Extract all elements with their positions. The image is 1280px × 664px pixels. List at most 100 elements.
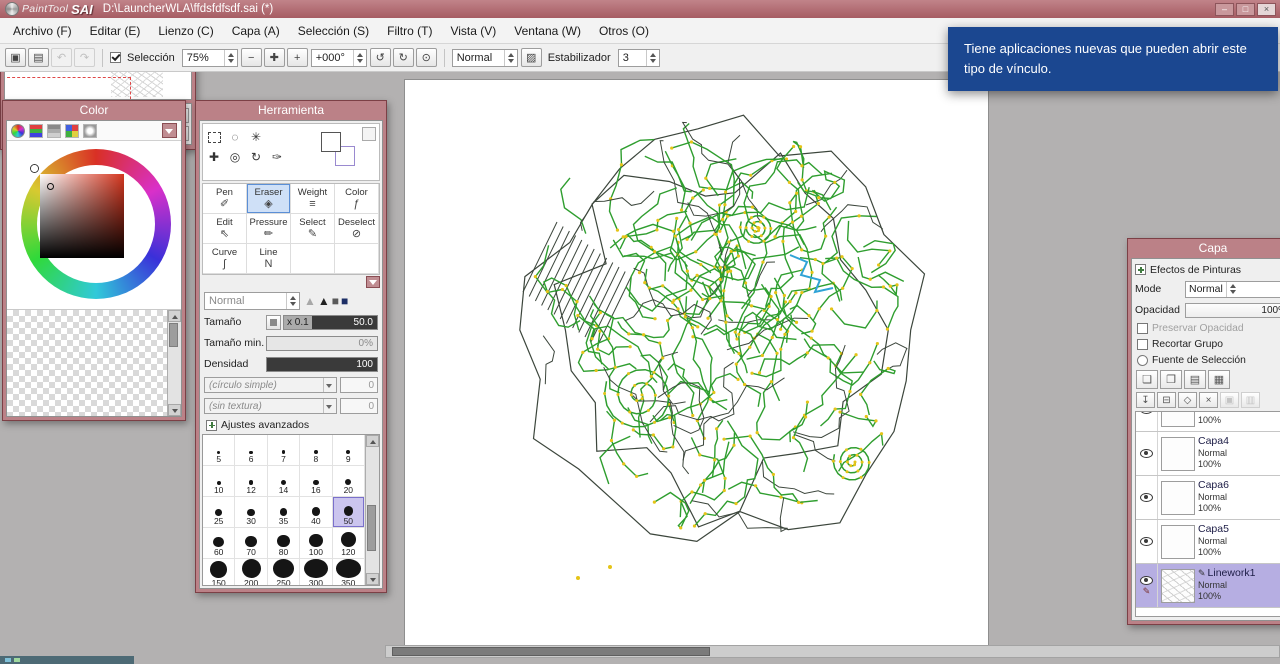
new-mask-button[interactable]: ▦	[1208, 370, 1230, 389]
brush-size-50[interactable]: 50	[332, 497, 365, 528]
menu-item-0[interactable]: Archivo (F)	[4, 24, 81, 38]
layer-option-0[interactable]: Preservar Opacidad	[1137, 321, 1280, 335]
spinner-icon[interactable]	[223, 49, 237, 66]
expand-icon[interactable]	[1135, 264, 1146, 275]
menu-item-1[interactable]: Editar (E)	[81, 24, 150, 38]
tool-color[interactable]: Color ƒ	[335, 184, 379, 214]
tool-panel-title[interactable]: Herramienta	[196, 101, 386, 120]
layer-mode-select[interactable]: Normal	[1185, 280, 1280, 298]
brush-size-150[interactable]: 150	[203, 559, 236, 585]
new-layer-button[interactable]: ❏	[1136, 370, 1158, 389]
foreground-swatch[interactable]	[321, 132, 341, 152]
selection-checkbox[interactable]	[110, 52, 121, 63]
panel-dropdown-icon[interactable]	[162, 123, 177, 138]
brush-size-14[interactable]: 14	[267, 466, 301, 497]
brush-size-12[interactable]: 12	[235, 466, 268, 497]
layer-item-capa4[interactable]: Capa4 Normal 100%	[1136, 432, 1280, 476]
scratchpad-scrollbar[interactable]	[167, 310, 181, 416]
menu-item-2[interactable]: Lienzo (C)	[149, 24, 222, 38]
density-slider[interactable]: 100	[266, 356, 378, 372]
menu-item-5[interactable]: Filtro (T)	[378, 24, 441, 38]
scratchpad-canvas[interactable]	[7, 310, 167, 416]
layer-opacity-slider[interactable]: 100%	[1185, 302, 1280, 318]
color-wheel-tab[interactable]	[11, 123, 25, 138]
rect-select-icon[interactable]	[205, 128, 223, 146]
sv-marker[interactable]	[47, 183, 54, 190]
rotation-select[interactable]: +000°	[310, 48, 367, 67]
texture-strength[interactable]: 0	[340, 398, 378, 414]
spinner-icon[interactable]	[352, 49, 366, 66]
tool-curve[interactable]: Curve ʃ	[203, 244, 247, 274]
tool-scroll-down-icon[interactable]	[366, 276, 380, 288]
visibility-eye-icon[interactable]	[1140, 575, 1153, 585]
scrollbar-thumb[interactable]	[367, 505, 376, 551]
tool-line[interactable]: Line N	[247, 244, 291, 274]
brush-size-8[interactable]: 8	[300, 435, 333, 466]
layer-item-capa5[interactable]: Capa5 Normal 100%	[1136, 520, 1280, 564]
zoom-fit-button[interactable]: ✚	[263, 48, 285, 67]
texture-select[interactable]: (sin textura)	[204, 398, 337, 414]
zoom-out-button[interactable]: −	[240, 48, 262, 67]
brush-size-16[interactable]: 16	[300, 466, 333, 497]
brush-size-120[interactable]: 120	[332, 528, 365, 559]
menu-item-8[interactable]: Otros (O)	[590, 24, 658, 38]
brush-size-7[interactable]: 7	[267, 435, 301, 466]
menu-item-7[interactable]: Ventana (W)	[505, 24, 590, 38]
selection-display-button[interactable]: ▨	[520, 48, 542, 67]
workspace-layout-button[interactable]: ▤	[28, 48, 49, 67]
clear-layer-button[interactable]: ◇	[1178, 392, 1197, 408]
visibility-eye-icon[interactable]	[1140, 537, 1153, 546]
spinner-icon[interactable]	[503, 49, 517, 66]
brush-shape-select[interactable]: (círculo simple)	[204, 377, 337, 393]
transfer-down-button[interactable]: ↧	[1136, 392, 1155, 408]
menu-item-3[interactable]: Capa (A)	[223, 24, 289, 38]
checkbox-icon[interactable]	[1137, 338, 1148, 350]
close-button[interactable]: ×	[1257, 2, 1276, 16]
scroll-up-icon[interactable]	[168, 310, 181, 322]
brush-size-60[interactable]: 60	[203, 528, 236, 559]
brush-size-10[interactable]: 10	[203, 466, 236, 497]
color-panel-title[interactable]: Color	[3, 101, 185, 120]
tool-eraser[interactable]: Eraser ◈	[247, 184, 291, 214]
layer-option-1[interactable]: Recortar Grupo	[1137, 337, 1280, 351]
brush-size-5[interactable]: 5	[203, 435, 236, 466]
tool-pen[interactable]: Pen ✐	[203, 184, 247, 214]
hard-tip-icon[interactable]: ▲	[318, 294, 330, 308]
brush-size-350[interactable]: 350	[333, 559, 365, 585]
brush-size-scrollbar[interactable]	[365, 435, 379, 585]
brush-size-9[interactable]: 9	[332, 435, 365, 466]
brush-size-80[interactable]: 80	[267, 528, 301, 559]
visibility-eye-icon[interactable]	[1140, 493, 1153, 502]
canvas[interactable]	[405, 80, 988, 645]
spinner-icon[interactable]	[645, 49, 659, 66]
rotate-ccw-button[interactable]: ↺	[369, 48, 391, 67]
layer-item-capa1[interactable]: Capa1Normal100%	[1136, 412, 1280, 432]
expand-icon[interactable]	[206, 419, 217, 431]
title-bar[interactable]: PaintTool SAI D:\LauncherWLA\ffdsfdfsdf.…	[0, 0, 1280, 18]
foreground-background-swatches[interactable]	[321, 132, 355, 166]
swap-colors-button[interactable]	[362, 127, 376, 141]
canvas-horizontal-scrollbar[interactable]	[385, 645, 1280, 658]
notification-toast[interactable]: Tiene aplicaciones nuevas que pueden abr…	[948, 27, 1278, 92]
advanced-settings-row[interactable]: Ajustes avanzados	[206, 419, 376, 431]
brush-size-6[interactable]: 6	[235, 435, 268, 466]
scroll-down-icon[interactable]	[168, 404, 181, 416]
menu-item-6[interactable]: Vista (V)	[441, 24, 505, 38]
eyedropper-icon[interactable]: ✑	[268, 148, 286, 166]
checkbox-icon[interactable]	[1137, 322, 1148, 334]
new-folder-button[interactable]: ▤	[1184, 370, 1206, 389]
brush-size-20[interactable]: 20	[332, 466, 365, 497]
scrollbar-thumb[interactable]	[169, 323, 178, 347]
brush-shape-strength[interactable]: 0	[340, 377, 378, 393]
menu-item-4[interactable]: Selección (S)	[289, 24, 378, 38]
merge-down-button[interactable]: ⊟	[1157, 392, 1176, 408]
maximize-button[interactable]: □	[1236, 2, 1255, 16]
tool-weight[interactable]: Weight ≡	[291, 184, 335, 214]
scroll-up-icon[interactable]	[366, 435, 379, 447]
color-swatches-tab[interactable]	[65, 123, 79, 138]
square-tip-icon[interactable]: ■	[332, 294, 339, 308]
rgb-sliders-tab[interactable]	[29, 123, 43, 138]
brush-size-300[interactable]: 300	[300, 559, 333, 585]
brush-size-35[interactable]: 35	[267, 497, 301, 528]
brush-size-100[interactable]: 100	[300, 528, 333, 559]
